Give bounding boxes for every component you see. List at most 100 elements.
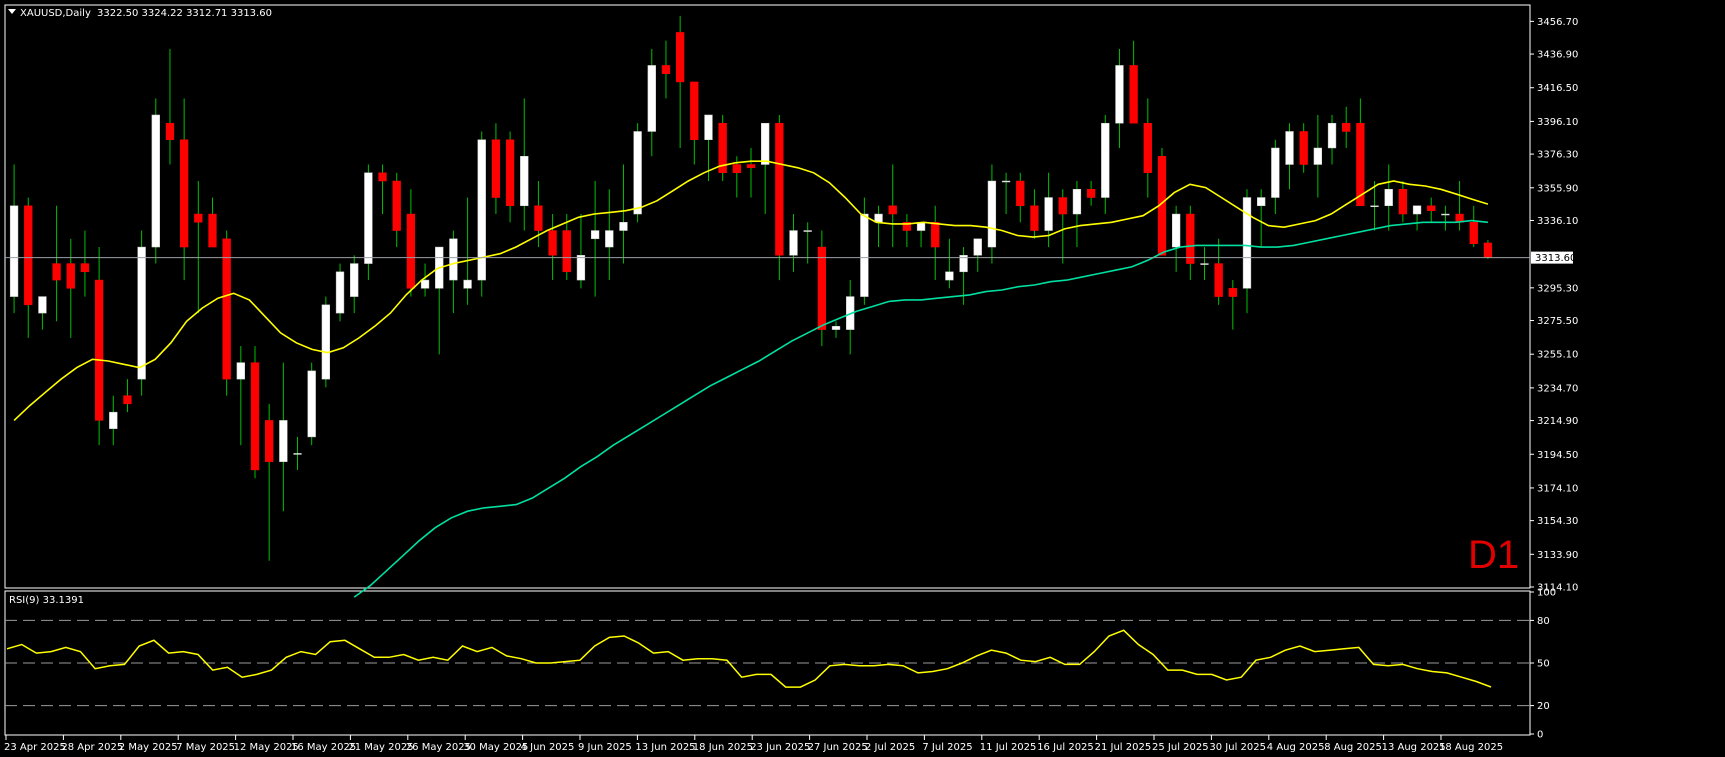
- candle-body[interactable]: [1271, 147, 1280, 198]
- candle-body[interactable]: [123, 395, 132, 405]
- candle-body[interactable]: [761, 122, 770, 165]
- candle-body[interactable]: [24, 205, 33, 306]
- candle-body[interactable]: [1257, 197, 1266, 207]
- candle-body[interactable]: [789, 230, 798, 256]
- candle-body[interactable]: [406, 213, 416, 289]
- candle-body[interactable]: [151, 114, 160, 248]
- candle-body[interactable]: [1016, 180, 1025, 207]
- rsi-plot[interactable]: [5, 619, 1530, 707]
- collapse-triangle-icon[interactable]: [8, 9, 16, 14]
- candle-body[interactable]: [1483, 242, 1493, 258]
- candle-body[interactable]: [1030, 205, 1039, 231]
- candle-body[interactable]: [38, 296, 47, 314]
- candle-body[interactable]: [1072, 189, 1082, 215]
- date-tick-label: 16 May 2025: [291, 742, 356, 753]
- candle-body[interactable]: [945, 271, 954, 281]
- candle-body[interactable]: [293, 453, 302, 455]
- candle-body[interactable]: [1044, 197, 1053, 231]
- candle-body[interactable]: [633, 131, 642, 215]
- candle-body[interactable]: [1115, 65, 1124, 124]
- candle-body[interactable]: [605, 230, 614, 248]
- candle-body[interactable]: [520, 155, 529, 207]
- candle-body[interactable]: [165, 122, 175, 140]
- candle-body[interactable]: [860, 213, 869, 297]
- candle-body[interactable]: [732, 164, 741, 174]
- candle-body[interactable]: [562, 230, 571, 273]
- candle-body[interactable]: [831, 326, 841, 330]
- candle-body[interactable]: [1370, 205, 1379, 208]
- price-plot[interactable]: [5, 15, 1530, 598]
- candle-body[interactable]: [590, 230, 600, 240]
- candle-body[interactable]: [534, 205, 543, 231]
- candle-body[interactable]: [746, 164, 756, 169]
- candle-body[interactable]: [350, 263, 359, 297]
- candle-body[interactable]: [704, 114, 713, 140]
- candle-body[interactable]: [1086, 189, 1096, 198]
- candle-body[interactable]: [1469, 222, 1478, 244]
- chart-canvas[interactable]: 3456.70 3436.90 3416.50 3396.10 3376.30 3355.…: [0, 0, 1725, 757]
- candle-body[interactable]: [987, 180, 997, 248]
- candle-body[interactable]: [9, 205, 19, 297]
- candle-body[interactable]: [420, 279, 430, 289]
- candle-body[interactable]: [931, 222, 940, 248]
- candle-body[interactable]: [378, 172, 387, 182]
- candle-body[interactable]: [491, 139, 501, 198]
- candle-body[interactable]: [250, 362, 260, 471]
- candle-body[interactable]: [576, 255, 586, 281]
- candle-body[interactable]: [52, 263, 61, 281]
- candle-body[interactable]: [973, 238, 982, 256]
- candle-body[interactable]: [1228, 288, 1237, 297]
- candle-body[interactable]: [449, 238, 458, 281]
- candle-body[interactable]: [137, 246, 146, 380]
- candle-body[interactable]: [265, 420, 274, 462]
- candle-body[interactable]: [1001, 180, 1011, 183]
- candle-body[interactable]: [548, 230, 557, 256]
- candle-body[interactable]: [647, 65, 656, 132]
- candle-body[interactable]: [335, 271, 345, 314]
- candle-body[interactable]: [80, 263, 90, 273]
- candle-body[interactable]: [1441, 213, 1450, 216]
- candle-body[interactable]: [307, 370, 316, 438]
- candle-body[interactable]: [1214, 263, 1223, 297]
- candle-body[interactable]: [109, 411, 118, 429]
- candle-body[interactable]: [661, 65, 671, 74]
- candle-body[interactable]: [1427, 205, 1436, 211]
- candle-body[interactable]: [321, 304, 331, 380]
- candle-body[interactable]: [94, 279, 104, 421]
- candle-body[interactable]: [477, 139, 486, 281]
- candle-body[interactable]: [194, 213, 203, 223]
- candle-body[interactable]: [66, 263, 75, 289]
- candle-body[interactable]: [1299, 131, 1308, 165]
- candle-body[interactable]: [1313, 147, 1323, 165]
- candle-body[interactable]: [1129, 65, 1138, 124]
- candle-body[interactable]: [874, 213, 883, 223]
- candle-body[interactable]: [1101, 122, 1110, 198]
- candle-body[interactable]: [463, 279, 472, 289]
- candle-body[interactable]: [675, 32, 685, 83]
- candle-body[interactable]: [1412, 205, 1422, 215]
- candle-body[interactable]: [817, 246, 827, 330]
- candle-body[interactable]: [1186, 213, 1195, 264]
- candle-body[interactable]: [1058, 197, 1067, 215]
- candle-body[interactable]: [392, 180, 401, 231]
- candle-body[interactable]: [775, 122, 784, 256]
- candle-body[interactable]: [888, 205, 897, 215]
- candle-body[interactable]: [803, 230, 812, 232]
- candle-body[interactable]: [690, 81, 699, 140]
- candle-body[interactable]: [1398, 189, 1408, 215]
- candle-body[interactable]: [279, 420, 288, 462]
- candle-body[interactable]: [619, 222, 628, 231]
- candle-body[interactable]: [505, 139, 515, 207]
- candle-body[interactable]: [208, 213, 217, 248]
- candle-body[interactable]: [236, 362, 245, 380]
- candle-body[interactable]: [364, 172, 373, 264]
- candle-body[interactable]: [222, 238, 231, 380]
- candle-body[interactable]: [1327, 122, 1337, 149]
- candle-body[interactable]: [1342, 122, 1351, 132]
- candle-body[interactable]: [1143, 122, 1152, 174]
- candle-body[interactable]: [179, 139, 189, 248]
- candle-body[interactable]: [1171, 213, 1181, 248]
- candle-body[interactable]: [1384, 189, 1393, 207]
- candle-body[interactable]: [1285, 131, 1294, 165]
- candle-body[interactable]: [1200, 263, 1209, 265]
